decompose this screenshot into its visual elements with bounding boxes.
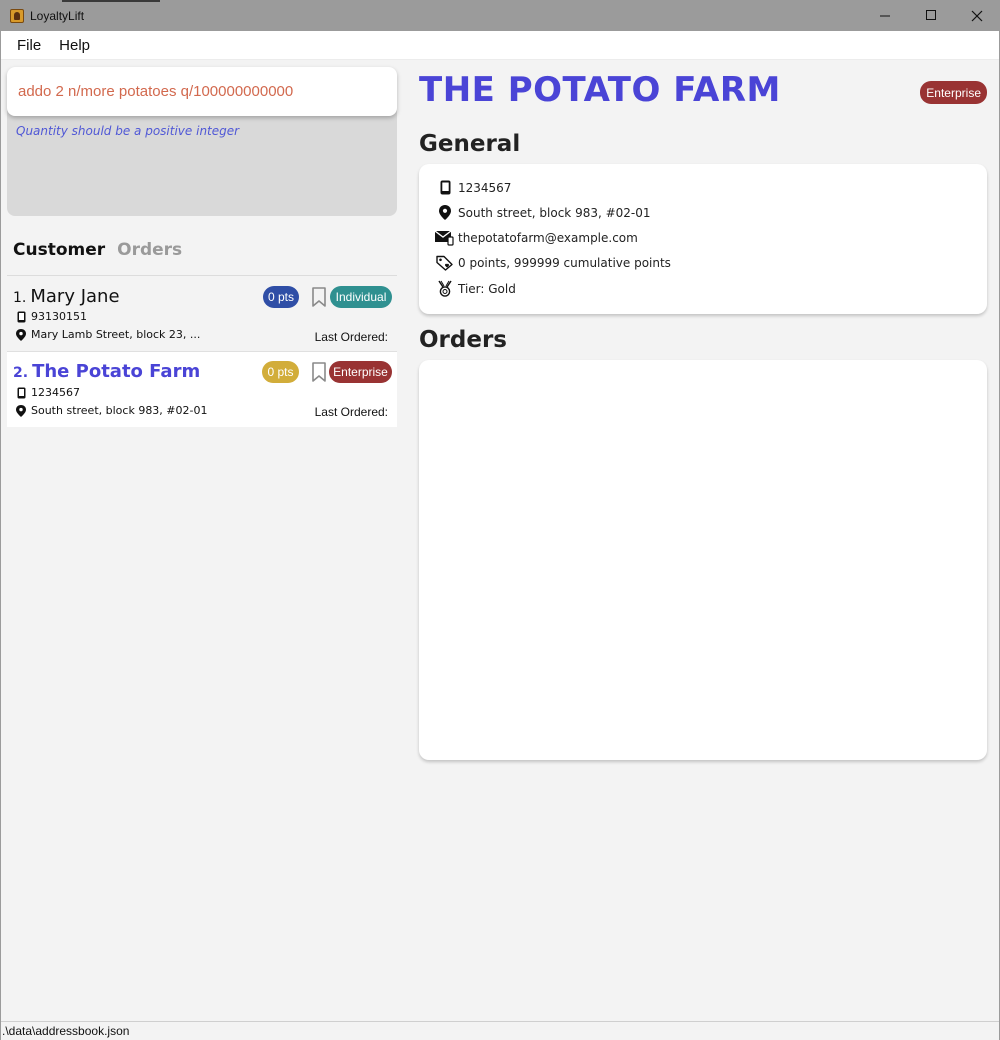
customer-phone-row: 93130151 <box>15 310 87 323</box>
customer-address: South street, block 983, #02-01 <box>31 404 208 417</box>
bookmark-icon[interactable] <box>311 287 327 307</box>
points-badge: 0 pts <box>262 361 299 383</box>
maximize-button[interactable] <box>908 0 954 31</box>
detail-email: thepotatofarm@example.com <box>458 231 638 245</box>
close-button[interactable] <box>954 0 1000 31</box>
customer-type-badge: Enterprise <box>329 361 392 383</box>
phone-icon <box>15 311 27 323</box>
customer-address-row: South street, block 983, #02-01 <box>15 404 207 417</box>
detail-type-badge: Enterprise <box>920 81 987 104</box>
customer-address-row: Mary Lamb Street, block 23, ... <box>15 328 200 341</box>
menu-file[interactable]: File <box>8 37 50 54</box>
customer-type-badge: Individual <box>330 286 392 308</box>
customer-card-selected[interactable]: 2. The Potato Farm 0 pts Enterprise 12345… <box>7 352 397 427</box>
command-input[interactable] <box>18 83 388 100</box>
customer-name-line: 1. Mary Jane <box>13 286 120 307</box>
detail-points-row: 0 points, 999999 cumulative points <box>435 255 671 271</box>
points-badge: 0 pts <box>263 286 299 308</box>
app-icon <box>10 8 24 23</box>
menu-help[interactable]: Help <box>50 37 99 54</box>
customer-phone-row: 1234567 <box>15 386 80 399</box>
window-title: LoyaltyLift <box>30 8 85 23</box>
customer-name: Mary Jane <box>30 286 120 307</box>
window-border-left <box>0 31 1 1040</box>
minimize-button[interactable] <box>862 0 908 31</box>
titlebar-accent <box>62 0 160 2</box>
customer-index: 1. <box>13 290 27 306</box>
email-icon <box>435 230 455 246</box>
tab-customer[interactable]: Customer <box>13 240 105 260</box>
result-display: Quantity should be a positive integer <box>16 124 240 138</box>
location-pin-icon <box>435 205 455 220</box>
storage-path: .\data\addressbook.json <box>2 1024 130 1038</box>
medal-icon <box>435 280 455 297</box>
location-pin-icon <box>15 404 27 417</box>
general-heading: General <box>419 131 521 157</box>
customer-index: 2. <box>13 365 29 381</box>
detail-email-row: thepotatofarm@example.com <box>435 230 638 246</box>
detail-address-row: South street, block 983, #02-01 <box>435 205 651 220</box>
minimize-icon <box>879 15 890 17</box>
location-pin-icon <box>15 328 27 341</box>
tab-orders[interactable]: Orders <box>117 240 182 260</box>
detail-phone-row: 1234567 <box>435 180 511 195</box>
customer-name: The Potato Farm <box>32 361 201 382</box>
phone-icon <box>435 180 455 195</box>
orders-card <box>419 360 987 760</box>
customer-name-line: 2. The Potato Farm <box>13 361 200 382</box>
tag-icon <box>435 255 455 271</box>
detail-tier: Tier: Gold <box>458 281 516 296</box>
list-tabs: Customer Orders <box>13 240 182 260</box>
customer-card[interactable]: 1. Mary Jane 0 pts Individual 93130151 Ma… <box>7 277 397 352</box>
customer-phone: 93130151 <box>31 310 87 323</box>
last-ordered: Last Ordered: <box>314 330 388 344</box>
phone-icon <box>15 387 27 399</box>
orders-heading: Orders <box>419 327 507 353</box>
maximize-icon <box>925 10 936 20</box>
general-card: 1234567 South street, block 983, #02-01 … <box>419 164 987 314</box>
detail-phone: 1234567 <box>458 180 512 195</box>
customer-address: Mary Lamb Street, block 23, ... <box>31 328 201 341</box>
detail-title: THE POTATO FARM <box>419 70 781 110</box>
last-ordered: Last Ordered: <box>314 405 388 419</box>
bookmark-icon[interactable] <box>311 362 327 382</box>
command-panel: Quantity should be a positive integer <box>7 67 397 216</box>
detail-address: South street, block 983, #02-01 <box>458 205 651 220</box>
tabs-divider <box>7 275 397 276</box>
window-titlebar: LoyaltyLift <box>0 0 1000 31</box>
command-box <box>7 67 397 116</box>
status-bar: .\data\addressbook.json <box>0 1021 1000 1040</box>
menu-bar: File Help <box>0 31 1000 60</box>
window-controls <box>862 0 1000 31</box>
detail-tier-row: Tier: Gold <box>435 280 516 297</box>
close-icon <box>971 10 983 21</box>
detail-points: 0 points, 999999 cumulative points <box>458 256 671 270</box>
customer-phone: 1234567 <box>31 386 80 399</box>
